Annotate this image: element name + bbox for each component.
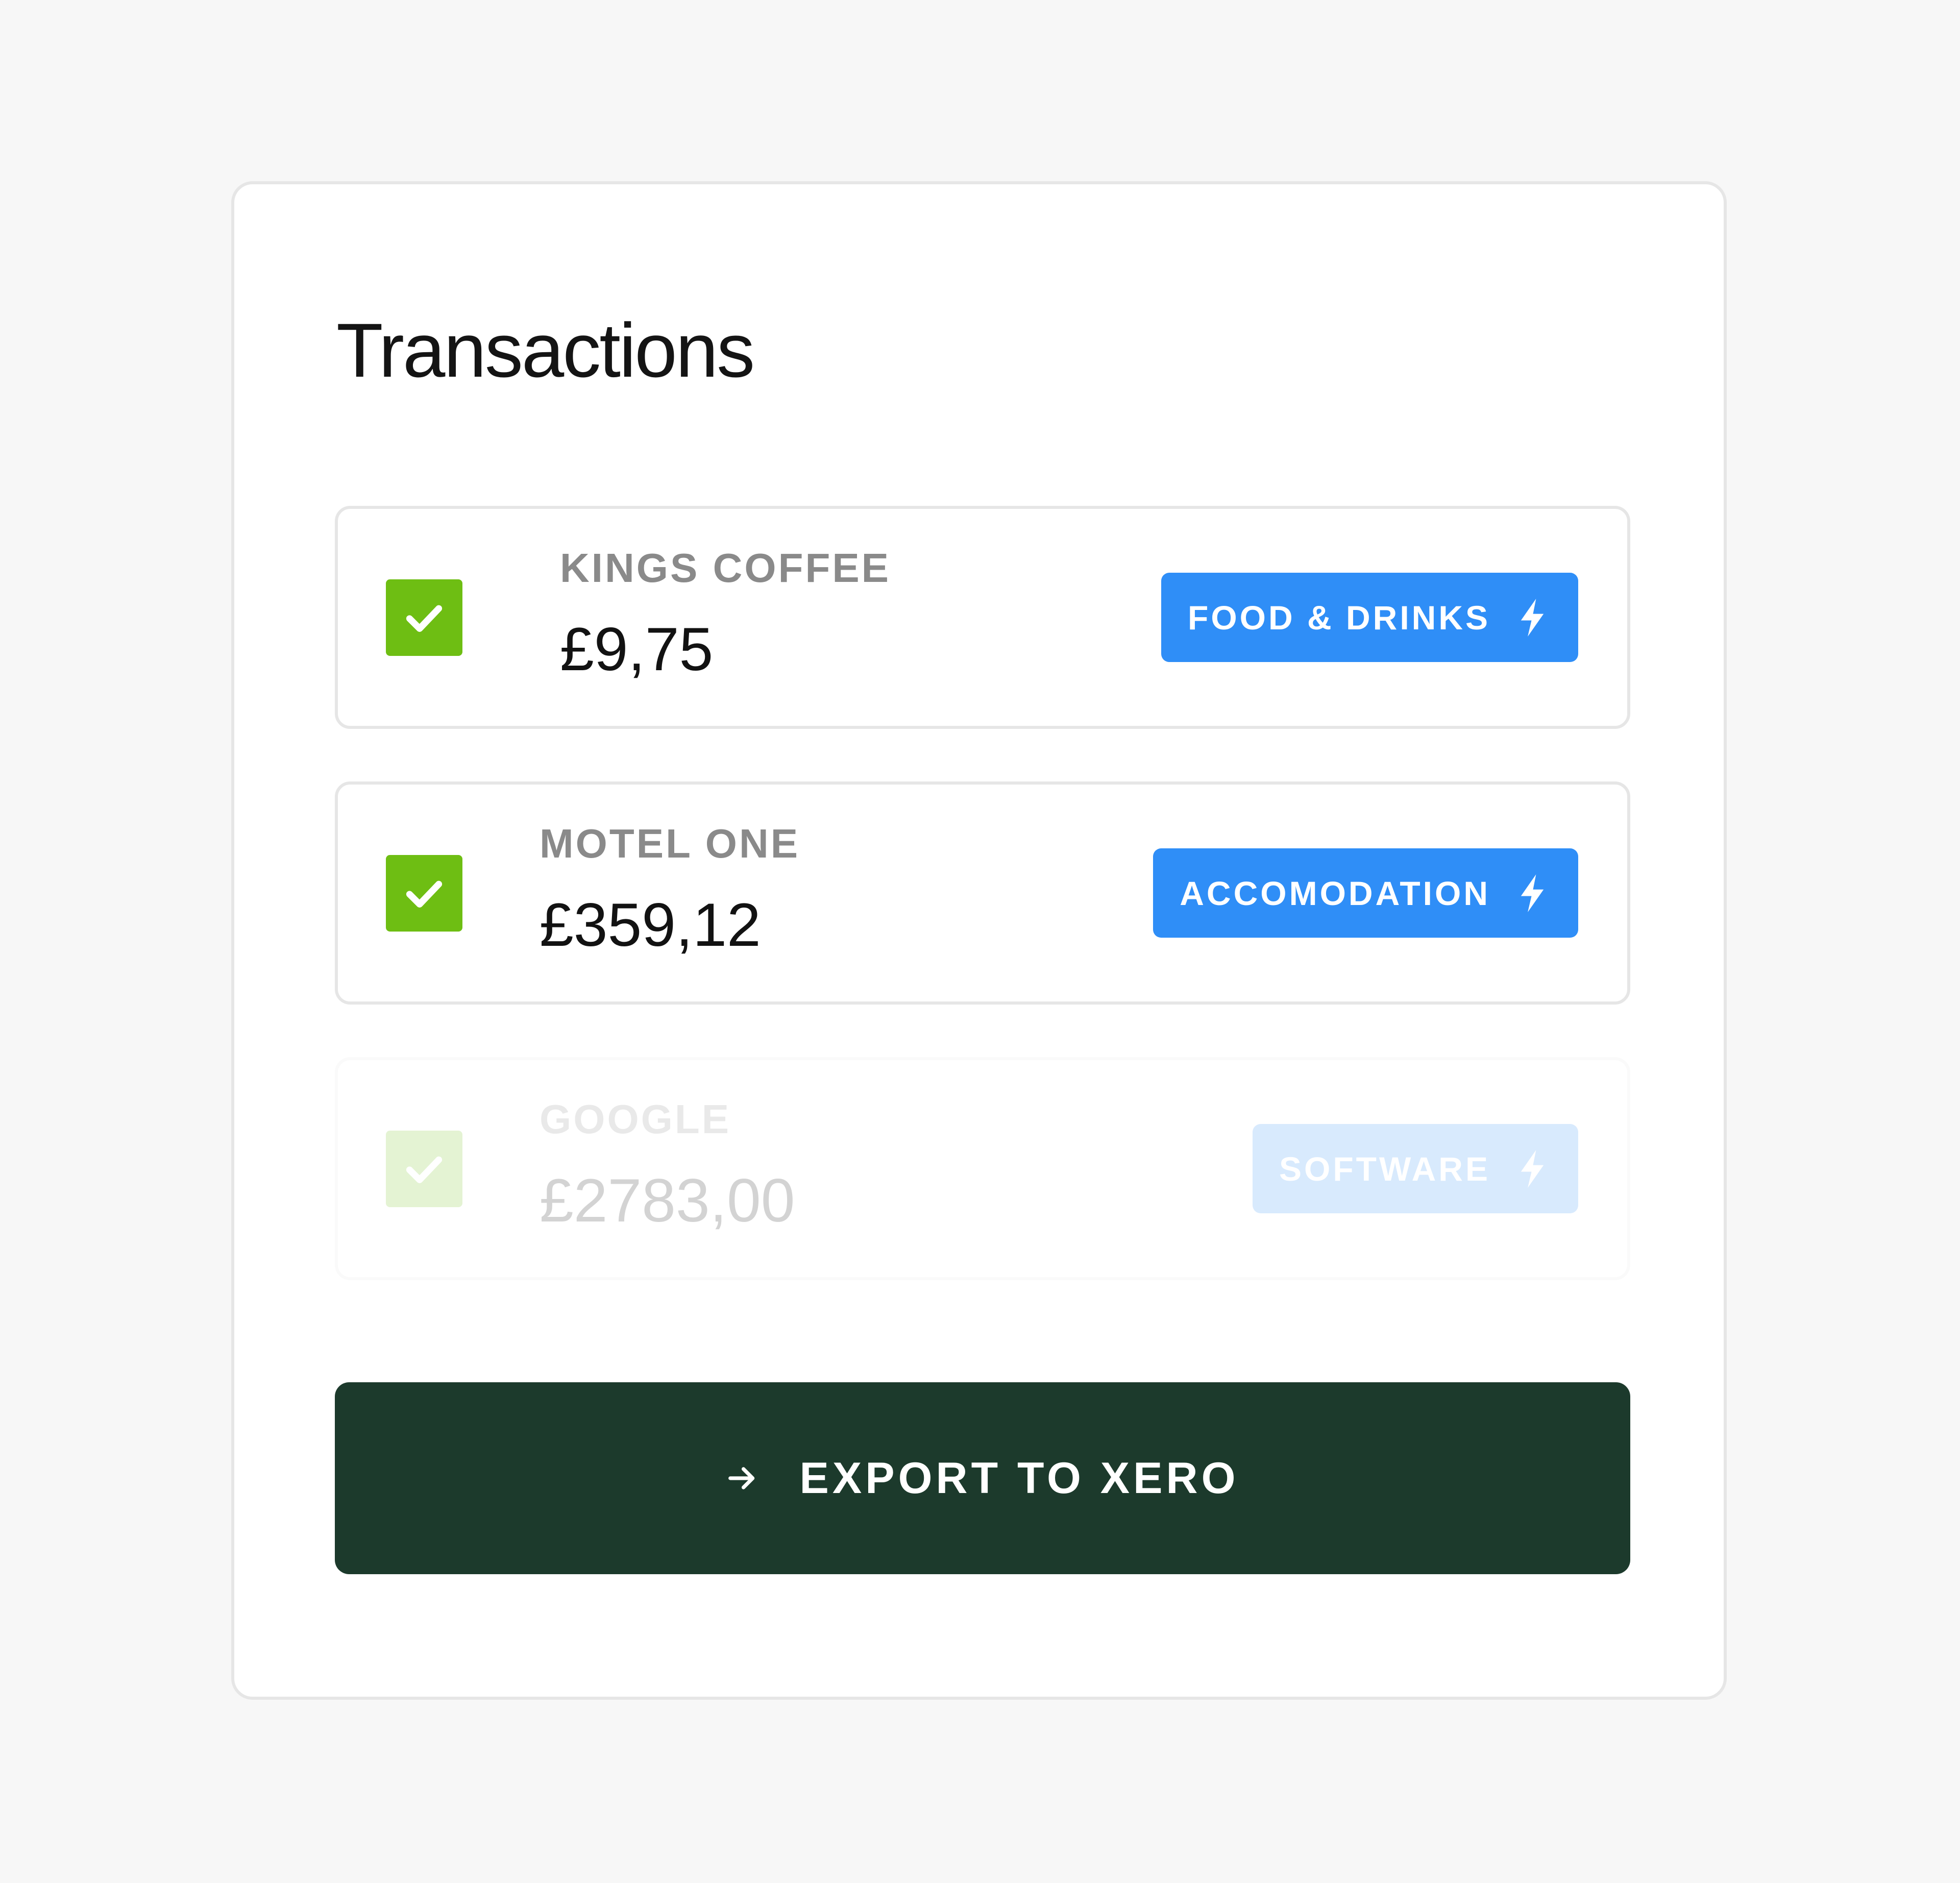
merchant-name: MOTEL ONE [540, 821, 800, 866]
category-tag[interactable]: SOFTWARE [1253, 1124, 1578, 1213]
category-label: SOFTWARE [1279, 1150, 1490, 1188]
transaction-row-kings-coffee[interactable]: KINGS COFFEE £9,75 FOOD & DRINKS [335, 506, 1630, 729]
lightning-bolt-icon [1521, 874, 1544, 912]
transaction-amount: £9,75 [560, 615, 714, 683]
page-title: Transactions [336, 307, 755, 393]
check-icon [406, 1156, 443, 1183]
transaction-checkbox[interactable] [386, 855, 462, 932]
merchant-name: GOOGLE [540, 1096, 731, 1142]
category-tag[interactable]: ACCOMODATION [1153, 848, 1578, 938]
transaction-amount: £359,12 [540, 891, 761, 959]
lightning-bolt-icon [1521, 598, 1544, 637]
transaction-row-google[interactable]: GOOGLE £2783,00 SOFTWARE [335, 1057, 1630, 1280]
category-tag[interactable]: FOOD & DRINKS [1161, 573, 1578, 662]
check-icon [406, 881, 443, 908]
category-label: ACCOMODATION [1180, 874, 1490, 912]
transaction-row-motel-one[interactable]: MOTEL ONE £359,12 ACCOMODATION [335, 781, 1630, 1005]
transaction-amount: £2783,00 [540, 1166, 795, 1235]
transactions-card: Transactions KINGS COFFEE £9,75 FOOD & D… [231, 181, 1727, 1700]
lightning-bolt-icon [1521, 1150, 1544, 1188]
arrow-right-icon [728, 1467, 754, 1489]
check-icon [406, 605, 443, 632]
export-to-xero-button[interactable]: EXPORT TO XERO [335, 1382, 1630, 1574]
transaction-checkbox[interactable] [386, 579, 462, 656]
transaction-checkbox[interactable] [386, 1131, 462, 1207]
export-button-label: EXPORT TO XERO [799, 1453, 1239, 1503]
merchant-name: KINGS COFFEE [560, 545, 891, 591]
category-label: FOOD & DRINKS [1188, 598, 1490, 637]
